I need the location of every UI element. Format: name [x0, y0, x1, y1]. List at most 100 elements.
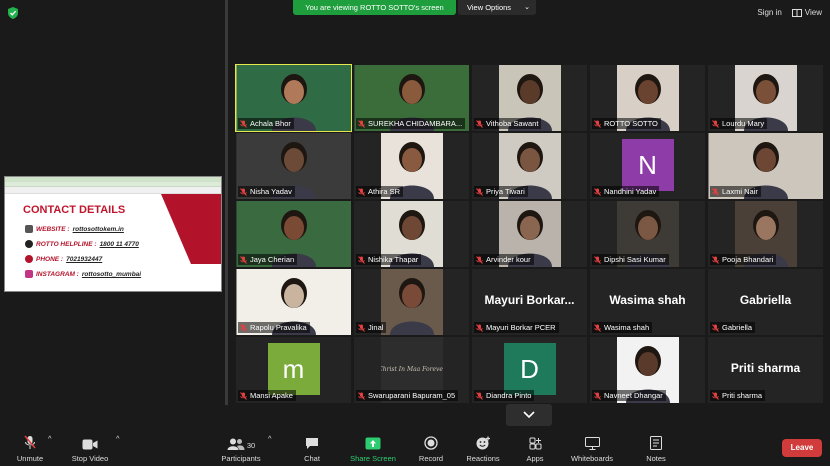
participant-name-label: Rapolu Pravalika [238, 322, 310, 333]
mic-muted-icon [240, 323, 247, 332]
background-art-text: Christ In Maa Forever [381, 366, 443, 373]
contact-label: PHONE : [36, 255, 64, 263]
participant-name: Rapolu Pravalika [250, 323, 307, 332]
participant-tile[interactable]: D Diandra Pinto [472, 337, 587, 403]
mic-muted-icon [594, 323, 601, 332]
view-options-label: View Options [467, 3, 512, 12]
participant-name: Navneet Dhangar [604, 391, 663, 400]
participant-tile[interactable]: Nishika Thapar [354, 201, 469, 267]
participant-name-label: Nishika Thapar [356, 254, 422, 265]
person-silhouette-icon [389, 278, 434, 335]
participant-tile[interactable]: Arvinder kour [472, 201, 587, 267]
participant-tile[interactable]: Jaya Cherian [236, 201, 351, 267]
participant-tile[interactable]: Gabriella Gabriella [708, 269, 823, 335]
participant-tile[interactable]: Athira SR [354, 133, 469, 199]
contact-value: 7021932447 [66, 255, 103, 263]
participant-tile[interactable]: Achala Bhor [235, 64, 352, 132]
participant-name-label: Swaruparani Bapuram_05 [356, 390, 459, 401]
mic-muted-icon [240, 119, 247, 128]
stop-video-button[interactable]: Stop Video [68, 434, 112, 463]
participant-name-label: Athira SR [356, 186, 404, 197]
participant-tile[interactable]: Priya Tiwari [472, 133, 587, 199]
participant-tile[interactable]: Jinal [354, 269, 469, 335]
record-button[interactable]: Record [416, 434, 446, 463]
participant-name-label: Wasima shah [592, 322, 653, 333]
participant-count: 30 [246, 441, 256, 450]
participant-name: Achala Bhor [250, 119, 291, 128]
participant-tile[interactable]: Priti sharma Priti sharma [708, 337, 823, 403]
video-camera-icon [82, 439, 98, 450]
participant-name: Lourdu Mary [722, 119, 765, 128]
notes-button[interactable]: Notes [642, 434, 670, 463]
participant-tile[interactable]: Lourdu Mary [708, 65, 823, 131]
view-button[interactable]: View [791, 8, 822, 17]
unmute-options-caret[interactable]: ^ [48, 434, 52, 443]
participant-display-name: Wasima shah [609, 293, 686, 307]
participant-name: Vithoba Sawant [486, 119, 539, 128]
participant-name: Dipshi Sasi Kumar [604, 255, 666, 264]
participant-tile[interactable]: Rapolu Pravalika [236, 269, 351, 335]
shared-screen[interactable]: CONTACT DETAILS WEBSITE : rottosottokem.… [4, 176, 222, 292]
view-label: View [804, 8, 822, 17]
view-options-button[interactable]: View Options ⌄ [458, 0, 536, 15]
participant-tile[interactable]: Laxmi Nair [708, 133, 823, 199]
participant-name: Nisha Yadav [250, 187, 292, 196]
mic-muted-icon [712, 187, 719, 196]
mic-muted-icon [712, 323, 719, 332]
shield-icon[interactable] [6, 6, 20, 20]
contact-label: INSTAGRAM : [36, 270, 79, 278]
unmute-label: Unmute [16, 454, 44, 463]
participant-name: Laxmi Nair [722, 187, 758, 196]
participant-tile[interactable]: Dipshi Sasi Kumar [590, 201, 705, 267]
participants-button[interactable]: 30 Participants [218, 434, 264, 463]
mic-off-icon [24, 435, 36, 449]
participant-tile[interactable]: Christ In Maa Forever Swaruparani Bapuram… [354, 337, 469, 403]
apps-icon [529, 437, 541, 450]
notes-label: Notes [646, 454, 666, 463]
panel-divider[interactable] [225, 0, 228, 405]
participant-video [380, 269, 443, 335]
participant-tile[interactable]: ROTTO SOTTO [590, 65, 705, 131]
participant-name-label: Vithoba Sawant [474, 118, 542, 129]
mic-muted-icon [476, 187, 483, 196]
participants-options-caret[interactable]: ^ [268, 434, 272, 443]
chat-button[interactable]: Chat [299, 434, 325, 463]
apps-button[interactable]: Apps [522, 434, 548, 463]
participant-tile[interactable]: SUREKHA CHIDAMBARA... [354, 65, 469, 131]
participant-tile[interactable]: Pooja Bhandari [708, 201, 823, 267]
mic-muted-icon [476, 391, 483, 400]
share-screen-button[interactable]: Share Screen [346, 434, 400, 463]
mic-muted-icon [240, 187, 247, 196]
participant-tile[interactable]: N Nandhini Yadav [590, 133, 705, 199]
participant-tile[interactable]: Vithoba Sawant [472, 65, 587, 131]
participant-tile[interactable]: Nisha Yadav [236, 133, 351, 199]
leave-button[interactable]: Leave [782, 439, 822, 457]
mic-muted-icon [358, 391, 365, 400]
participant-name-label: Mayuri Borkar PCER [474, 322, 559, 333]
participant-name: Diandra Pinto [486, 391, 532, 400]
video-options-caret[interactable]: ^ [116, 434, 120, 443]
participant-name: ROTTO SOTTO [604, 119, 658, 128]
zoom-meeting-window: You are viewing ROTTO SOTTO's screen Vie… [0, 0, 830, 466]
participant-tile[interactable]: Mayuri Borkar... Mayuri Borkar PCER [472, 269, 587, 335]
participant-tile[interactable]: Wasima shah Wasima shah [590, 269, 705, 335]
sign-in-link[interactable]: Sign in [757, 8, 781, 17]
chat-label: Chat [304, 454, 320, 463]
whiteboards-button[interactable]: Whiteboards [566, 434, 618, 463]
grid-icon [791, 8, 802, 17]
mic-muted-icon [476, 323, 483, 332]
reactions-button[interactable]: Reactions [463, 434, 503, 463]
top-right-controls: Sign in View [757, 8, 822, 17]
participant-tile[interactable]: m Mansi Apake [236, 337, 351, 403]
participant-name: Priya Tiwari [486, 187, 525, 196]
mic-muted-icon [712, 391, 719, 400]
stop-video-label: Stop Video [71, 454, 109, 463]
participant-name: Athira SR [368, 187, 401, 196]
scroll-down-button[interactable] [506, 404, 552, 426]
participant-tile[interactable]: Navneet Dhangar [590, 337, 705, 403]
participant-name: Wasima shah [604, 323, 650, 332]
participant-name: Gabriella [722, 323, 753, 332]
participant-name-label: SUREKHA CHIDAMBARA... [356, 118, 466, 129]
helpline-icon [25, 240, 33, 248]
unmute-button[interactable]: Unmute [14, 434, 46, 463]
